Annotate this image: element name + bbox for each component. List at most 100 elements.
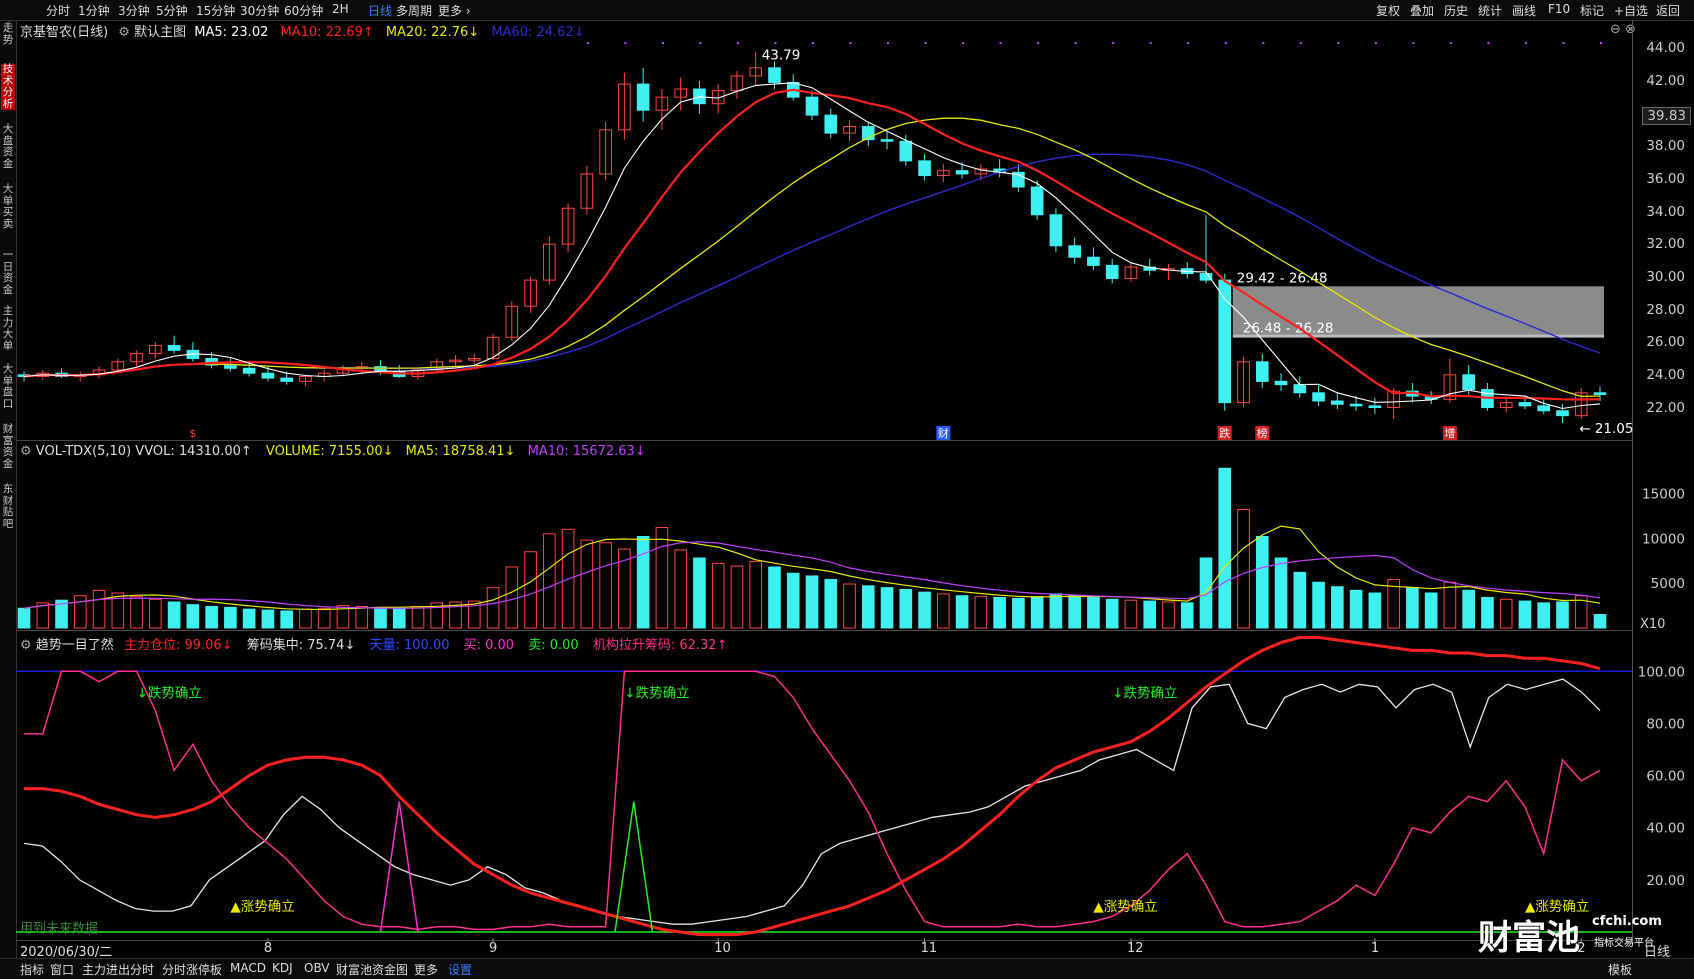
top-dot — [1562, 42, 1565, 44]
volume-bar — [1518, 600, 1532, 629]
volume-bar — [1556, 601, 1569, 629]
volume-bar — [242, 608, 256, 629]
candle-body — [1462, 374, 1475, 391]
top-dot — [1299, 42, 1302, 44]
jigou-line — [24, 670, 1601, 931]
candle-body — [824, 114, 838, 134]
up-confirm-2: ▲涨势确立 — [1093, 899, 1157, 915]
volume-bar — [1087, 596, 1100, 629]
volume-bar — [1593, 614, 1607, 629]
candle-body — [805, 96, 819, 116]
sell-spike — [614, 801, 654, 933]
volume-bar — [1012, 597, 1025, 629]
volume-bar — [1312, 581, 1325, 629]
volume-bar — [186, 604, 200, 629]
bottom-tab-4[interactable]: MACD — [230, 961, 266, 975]
volume-bar — [918, 591, 931, 629]
bottom-tab-5[interactable]: KDJ — [272, 961, 293, 975]
volume-bar — [974, 596, 988, 629]
volume-bar — [1049, 593, 1063, 629]
top-dot — [774, 42, 777, 44]
volume-bar — [805, 575, 819, 629]
volume-bar — [505, 566, 519, 629]
template-button[interactable]: 模板 — [1608, 961, 1632, 978]
top-dot — [924, 42, 927, 44]
bottom-tab-9[interactable]: 设置 — [448, 961, 472, 978]
top-dot — [1112, 42, 1115, 44]
bottom-tab-6[interactable]: OBV — [304, 961, 330, 975]
top-dot — [999, 42, 1002, 44]
top-dot — [1600, 42, 1602, 44]
bottom-tab-3[interactable]: 分时涨停板 — [162, 961, 222, 978]
volume-bar — [693, 557, 706, 629]
candle-body — [224, 364, 237, 369]
volume-bar — [768, 566, 781, 629]
candle-body — [899, 140, 913, 162]
bottom-tab-2[interactable]: 主力进出分时 — [82, 961, 154, 978]
high-label: 43.79 — [762, 48, 801, 64]
ind-tick-1: 80.00 — [1646, 716, 1685, 732]
vol-tick-0: 15000 — [1642, 486, 1685, 502]
down-confirm-3: ↓跌势确立 — [1112, 685, 1177, 701]
top-dot — [1412, 42, 1415, 44]
top-dot — [1374, 42, 1377, 44]
top-dot — [1149, 42, 1152, 44]
volume-bar — [1499, 598, 1513, 629]
bottom-tab-7[interactable]: 财富池资金图 — [336, 961, 408, 978]
ma60-line — [23, 153, 1601, 378]
candle-body — [880, 139, 894, 142]
top-dot — [699, 42, 702, 44]
volume-bar — [993, 596, 1006, 629]
x-axis: 8 9 10 11 12 1 2 — [0, 941, 1632, 957]
volume-bar — [130, 596, 143, 629]
volume-bar — [1349, 589, 1363, 629]
volume-bar — [1162, 601, 1175, 629]
bottom-tab-8[interactable]: 更多 — [414, 961, 438, 978]
candle-body — [1556, 410, 1569, 417]
candle-body — [242, 367, 256, 374]
candle-body — [1331, 400, 1344, 405]
bottom-tab-1[interactable]: 窗口 — [50, 961, 74, 978]
month-tick-0: 8 — [263, 941, 273, 956]
candle-body — [261, 372, 275, 379]
ma10-line — [23, 88, 1601, 401]
volume-bar — [149, 598, 162, 629]
top-dot — [624, 42, 627, 44]
candle-body — [1105, 264, 1119, 279]
candle-body — [1349, 403, 1363, 407]
volume-bar — [1293, 571, 1307, 629]
volume-bar — [1537, 602, 1551, 629]
top-dot — [887, 42, 890, 44]
volume-bar — [580, 539, 594, 629]
volume-bar — [955, 595, 969, 629]
candle-body — [1312, 392, 1325, 402]
volume-bar — [167, 601, 181, 629]
top-dot — [849, 42, 852, 44]
volume-bar — [843, 583, 856, 629]
volume-bar — [937, 593, 950, 629]
top-dot — [812, 42, 814, 44]
top-dot — [586, 42, 589, 44]
zone2-label: 26.48 - 26.28 — [1243, 320, 1334, 336]
month-tick-1: 9 — [489, 941, 498, 956]
volume-bar — [17, 607, 31, 629]
volume-bar — [1406, 587, 1419, 629]
volume-bar — [317, 607, 331, 629]
volume-bar — [1218, 467, 1232, 629]
brand-watermark: 财富池 — [1478, 918, 1580, 958]
bottom-tab-0[interactable]: 指标 — [20, 961, 44, 978]
volume-bar — [224, 606, 237, 629]
chart-canvas[interactable]: 29.42 - 26.48 26.48 - 26.28 43.79 ← 21.05 $ 财… — [0, 0, 1694, 978]
vol-tick-1: 10000 — [1642, 531, 1685, 547]
down-confirm-2: ↓跌势确立 — [624, 685, 689, 701]
top-dot — [1187, 42, 1190, 44]
volume-bar — [1030, 596, 1044, 629]
low-label: ← 21.05 — [1579, 421, 1633, 437]
candle-body — [167, 344, 181, 351]
volume-bar — [1331, 586, 1344, 629]
candle-body — [1030, 186, 1044, 216]
volume-bar — [861, 585, 875, 629]
candle-body — [1293, 384, 1307, 394]
top-dot — [1337, 42, 1340, 44]
volume-bar — [786, 572, 800, 629]
